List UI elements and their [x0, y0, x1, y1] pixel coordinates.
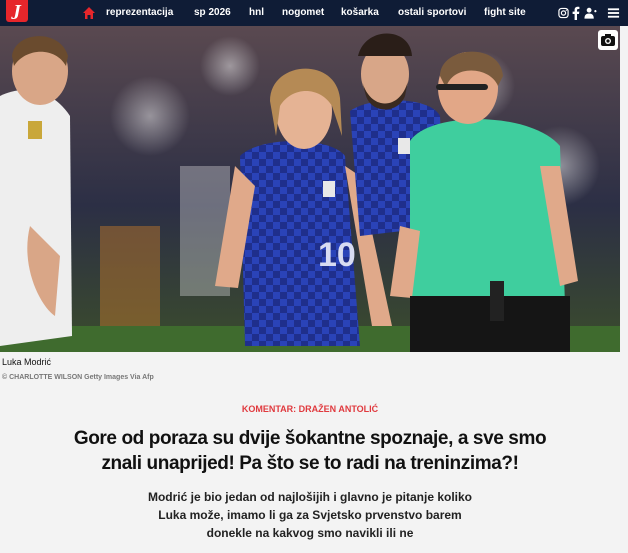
home-icon[interactable] — [82, 6, 96, 20]
stadium-photo: 10 — [0, 26, 620, 352]
article-kicker[interactable]: KOMENTAR: DRAŽEN ANTOLIĆ — [0, 404, 620, 414]
camera-icon — [601, 34, 615, 46]
photo-credit: © CHARLOTTE WILSON Getty Images Via Afp — [2, 374, 154, 381]
nav-item-nogomet[interactable]: nogomet — [282, 0, 324, 26]
top-navigation: J reprezentacija sp 2026 hnl nogomet koš… — [0, 0, 628, 26]
nav-item-kosarka[interactable]: košarka — [341, 0, 379, 26]
article-hero-photo: 10 — [0, 26, 620, 352]
article-headline: Gore od poraza su dvije šokantne spoznaj… — [73, 428, 547, 474]
nav-item-reprezentacija[interactable]: reprezentacija — [106, 0, 173, 26]
nav-item-fight-site[interactable]: fight site — [484, 0, 526, 26]
photo-caption: Luka Modrić — [2, 357, 52, 367]
site-logo[interactable]: J — [6, 0, 28, 22]
instagram-icon[interactable] — [558, 6, 569, 20]
logo-letter: J — [13, 2, 21, 20]
jersey-number: 10 — [318, 236, 356, 274]
user-icon[interactable] — [584, 6, 597, 20]
nav-item-hnl[interactable]: hnl — [249, 0, 264, 26]
menu-icon[interactable] — [607, 6, 620, 20]
nav-item-sp-2026[interactable]: sp 2026 — [194, 0, 231, 26]
gallery-camera-button[interactable] — [598, 30, 618, 50]
facebook-icon[interactable] — [572, 6, 580, 20]
nav-item-ostali-sportovi[interactable]: ostali sportovi — [398, 0, 466, 26]
article-lead: Modrić je bio jedan od najlošijih i glav… — [147, 490, 473, 540]
